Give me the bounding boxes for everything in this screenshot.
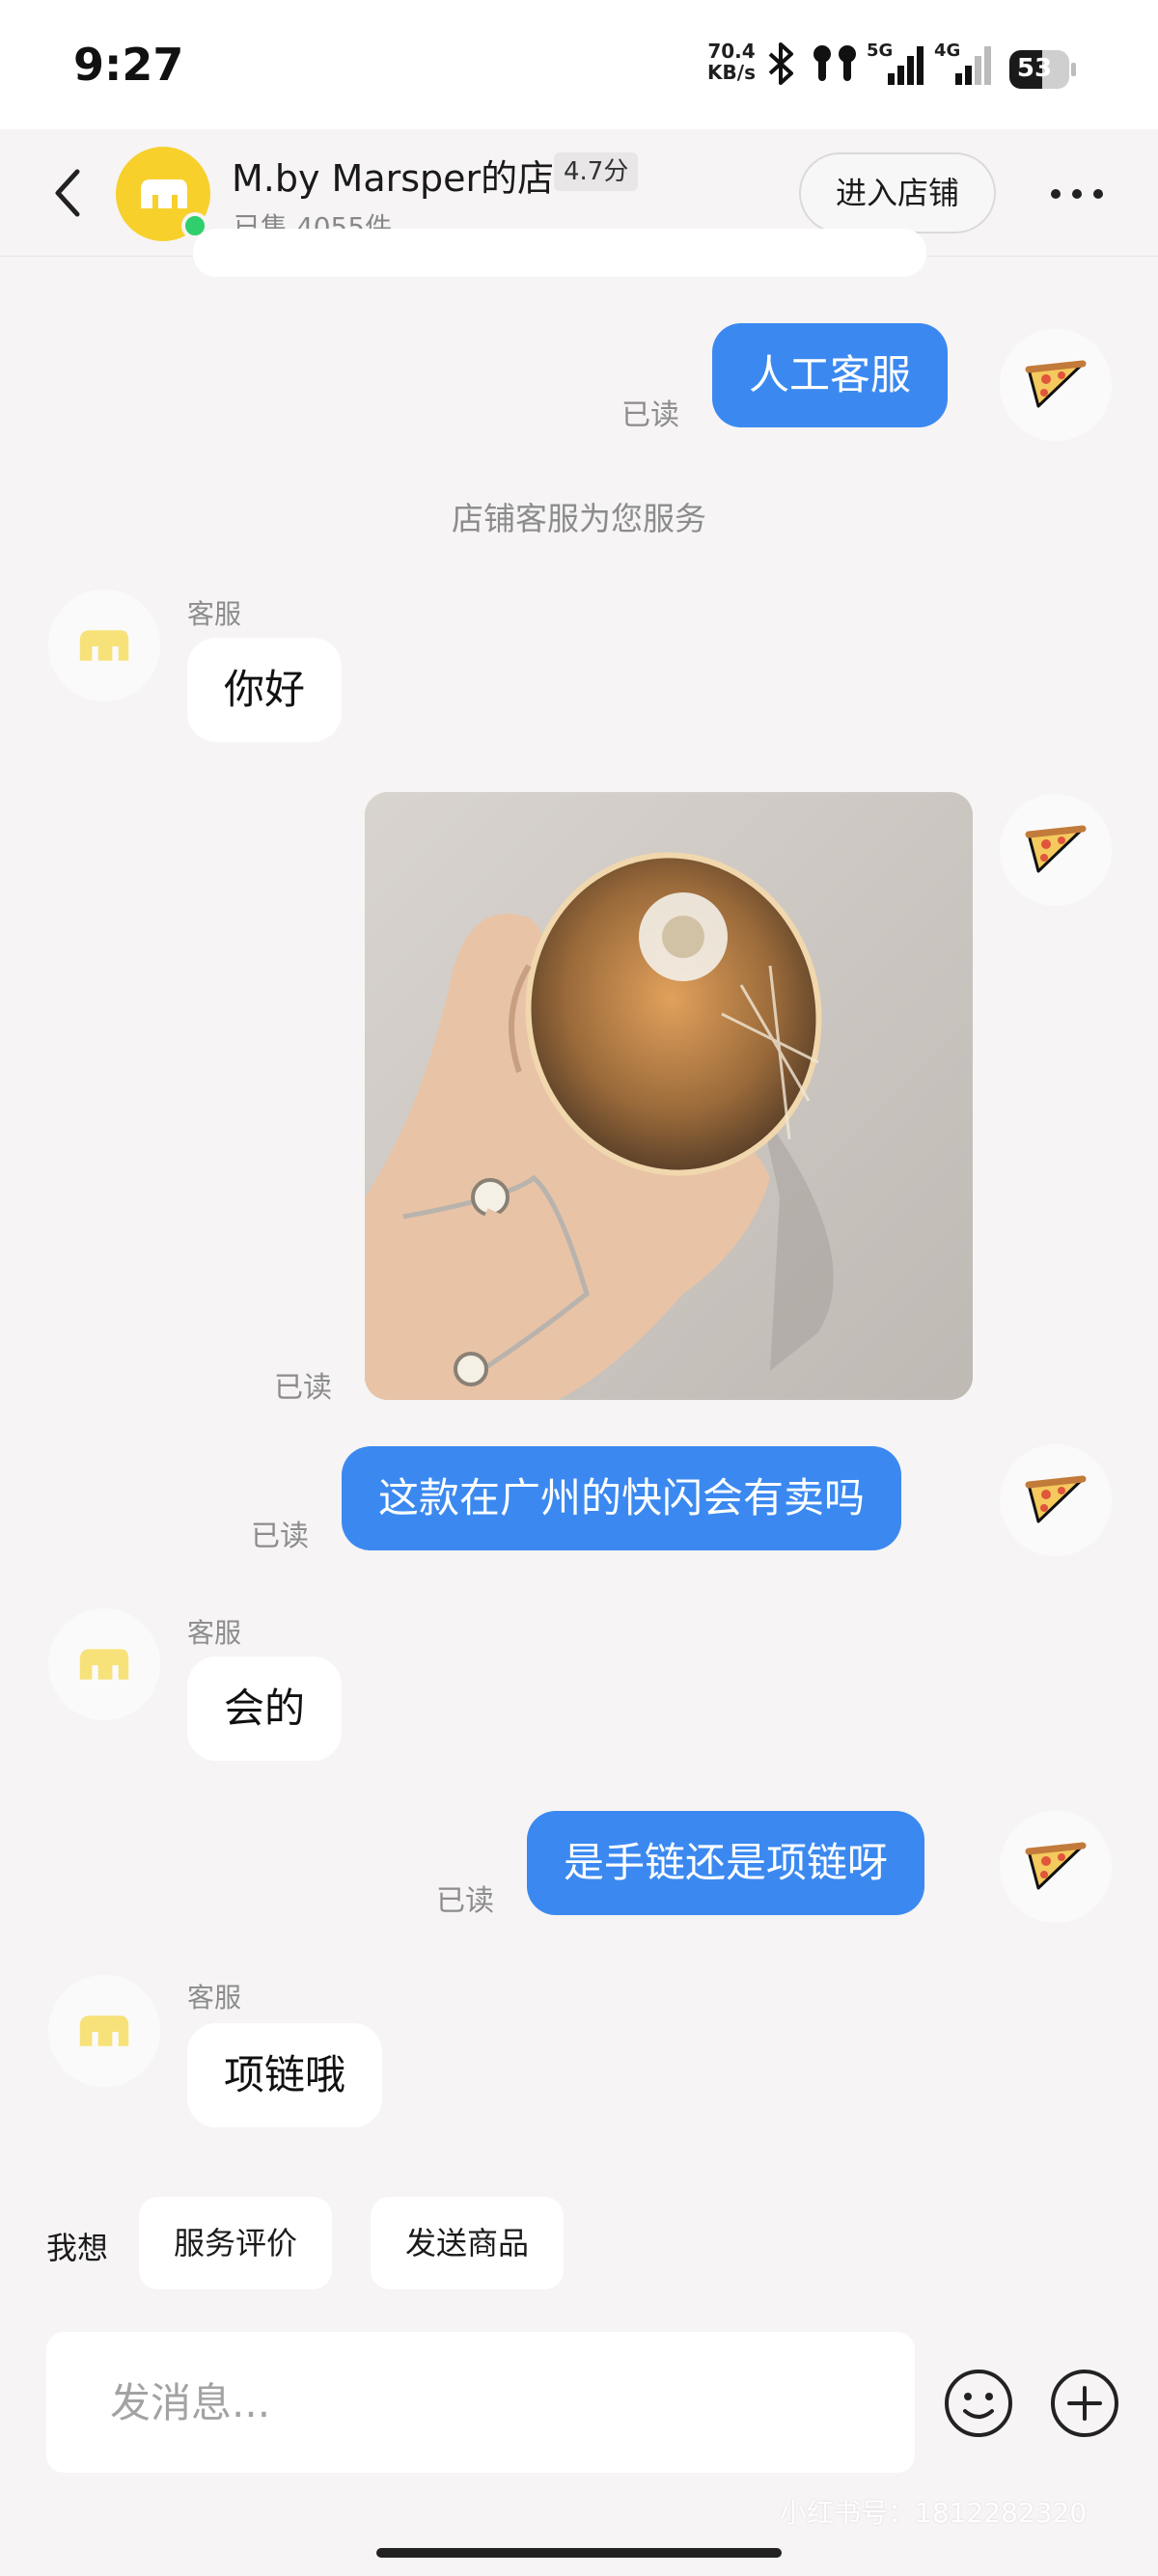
shop-name[interactable]: M.by Marsper的店	[232, 149, 554, 202]
read-receipt: 已读	[251, 1520, 309, 1553]
shop-logo-icon	[79, 1649, 129, 1680]
service-avatar[interactable]	[48, 1608, 160, 1720]
sender-label: 客服	[187, 598, 242, 630]
earbuds-icon	[813, 45, 856, 81]
battery-level: 53	[1016, 54, 1053, 83]
enter-shop-button[interactable]: 进入店铺	[799, 152, 996, 233]
back-arrow-icon[interactable]	[48, 164, 87, 222]
send-product-chip[interactable]: 发送商品	[371, 2197, 565, 2289]
service-review-chip[interactable]: 服务评价	[139, 2197, 333, 2289]
my-avatar[interactable]	[1000, 329, 1112, 441]
signal-4g-label: 4G	[934, 41, 961, 61]
watermark: 小红书号：1812282320	[780, 2497, 1088, 2529]
message-bubble-incoming[interactable]: 会的	[187, 1657, 343, 1761]
network-speed: 70.4 KB/s	[703, 41, 760, 83]
signal-5g-icon: 5G	[867, 41, 926, 87]
bluetooth-icon	[768, 42, 793, 85]
message-bubble-outgoing[interactable]: 人工客服	[712, 323, 949, 427]
my-avatar[interactable]	[1000, 1444, 1112, 1556]
network-speed-value: 70.4	[707, 40, 756, 63]
sender-label: 客服	[187, 1982, 242, 2014]
read-receipt: 已读	[274, 1371, 332, 1405]
my-avatar[interactable]	[1000, 1811, 1112, 1923]
read-receipt: 已读	[621, 398, 679, 432]
chat-area[interactable]: 人工客服 已读 店铺客服为您服务 客服 你好 已读 这款在广州的快闪会有卖吗 已…	[0, 229, 1158, 2178]
message-bubble-incoming[interactable]: 项链哦	[187, 2023, 383, 2127]
shop-logo-icon	[141, 179, 187, 208]
signal-5g-label: 5G	[867, 41, 894, 61]
shop-logo-icon	[79, 2015, 129, 2046]
status-time: 9:27	[73, 39, 184, 91]
shop-logo-icon	[79, 630, 129, 661]
service-avatar[interactable]	[48, 589, 160, 701]
message-input[interactable]	[46, 2332, 915, 2473]
signal-4g-icon: 4G	[934, 41, 994, 87]
more-options-icon[interactable]	[1048, 187, 1106, 201]
message-bubble-outgoing[interactable]: 是手链还是项链呀	[527, 1811, 925, 1915]
bracelet-photo-illustration	[365, 792, 973, 1400]
quick-actions-label: 我想	[46, 2230, 109, 2266]
product-photo[interactable]	[365, 792, 973, 1400]
shop-rating-badge: 4.7分	[554, 152, 639, 191]
read-receipt: 已读	[436, 1884, 494, 1918]
previous-message-edge	[193, 229, 926, 277]
pizza-icon	[1025, 1842, 1087, 1890]
pizza-icon	[1025, 360, 1087, 408]
bottom-bar: 我想 服务评价 发送商品 小红书号：1812282320	[0, 2178, 1158, 2576]
emoji-icon[interactable]	[942, 2367, 1015, 2440]
home-indicator[interactable]	[376, 2548, 782, 2558]
my-avatar[interactable]	[1000, 794, 1112, 906]
message-bubble-outgoing[interactable]: 这款在广州的快闪会有卖吗	[342, 1446, 902, 1550]
network-speed-unit: KB/s	[707, 61, 756, 84]
service-avatar[interactable]	[48, 1975, 160, 2087]
pizza-icon	[1025, 1475, 1087, 1523]
status-bar: 9:27 70.4 KB/s 5G 4G 53	[0, 0, 1158, 129]
pizza-icon	[1025, 825, 1087, 873]
system-notice: 店铺客服为您服务	[452, 500, 706, 537]
plus-icon[interactable]	[1048, 2367, 1121, 2440]
sender-label: 客服	[187, 1617, 242, 1649]
message-bubble-incoming[interactable]: 你好	[187, 638, 343, 742]
